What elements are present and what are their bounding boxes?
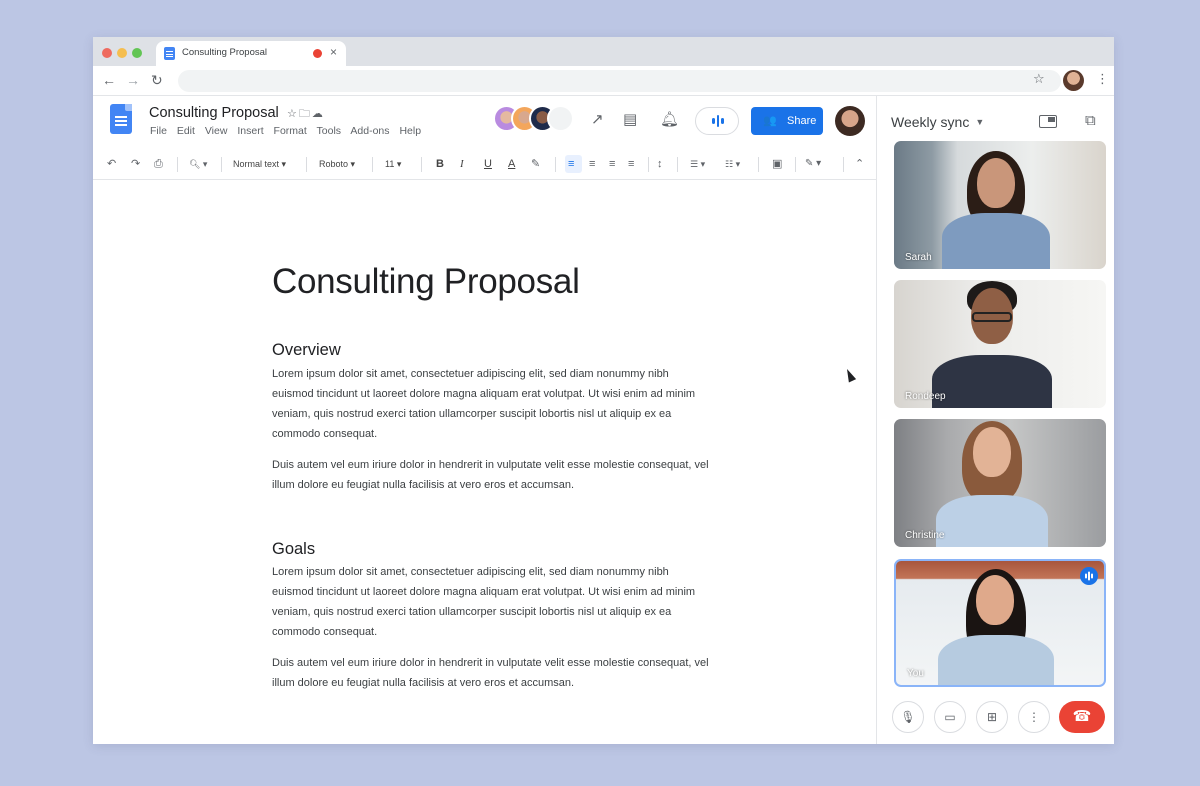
menu-bar: File Edit View Insert Format Tools Add-o…	[150, 125, 428, 137]
tab-title: Consulting Proposal	[182, 47, 268, 58]
reload-icon[interactable]: ↻	[151, 71, 163, 89]
present-screen-icon[interactable]: ⊞	[976, 701, 1008, 733]
menu-view[interactable]: View	[205, 125, 228, 137]
tab-close-icon[interactable]: ×	[330, 45, 337, 59]
camera-icon[interactable]: ▭	[934, 701, 966, 733]
document-title[interactable]: Consulting Proposal	[149, 105, 279, 121]
paragraph: Duis autem vel eum iriure dolor in hendr…	[272, 657, 709, 689]
picture-in-picture-icon[interactable]	[1039, 115, 1057, 128]
formatting-toolbar: ↶ ↷ ⎙ 🔍︎ ▾ Normal text ▾ Roboto ▾ 11 ▾ B…	[93, 149, 876, 180]
browser-tab[interactable]: Consulting Proposal ×	[156, 41, 346, 66]
self-view-tile[interactable]: You	[894, 559, 1106, 687]
microphone-icon[interactable]: 🎙︎	[892, 701, 924, 733]
people-icon: 👥	[763, 115, 777, 127]
browser-window: Consulting Proposal × ← → ↻ ☆ ⋮ Consulti…	[93, 37, 1114, 744]
paragraph: Duis autem vel eum iriure dolor in hendr…	[272, 459, 709, 491]
browser-menu-icon[interactable]: ⋮	[1096, 71, 1109, 87]
call-controls: 🎙︎ ▭ ⊞ ⋮ ☎	[877, 701, 1114, 735]
font-select[interactable]: Roboto ▾	[319, 157, 355, 171]
browser-profile-avatar[interactable]	[1063, 70, 1084, 91]
section-heading: Goals	[272, 540, 316, 558]
insert-image-icon[interactable]: ▣	[772, 157, 782, 171]
underline-button[interactable]: U	[484, 157, 492, 171]
undo-icon[interactable]: ↶	[107, 157, 116, 171]
tab-strip: Consulting Proposal ×	[93, 37, 1114, 66]
participant-tile[interactable]: Sarah	[894, 141, 1106, 269]
editing-mode-icon[interactable]: ✎ ▾	[805, 157, 821, 171]
docs-header: Consulting Proposal ☆🗀☁ File Edit View I…	[93, 96, 876, 146]
speaking-indicator-icon	[1080, 567, 1098, 585]
collapse-toolbar-icon[interactable]: ⌃	[855, 157, 864, 171]
close-window-button[interactable]	[102, 48, 112, 58]
forward-icon[interactable]: →	[126, 71, 140, 89]
activity-trend-icon[interactable]: ↗	[591, 112, 604, 128]
navigation-bar: ← → ↻ ☆ ⋮	[93, 66, 1114, 96]
paragraph: Lorem ipsum dolor sit amet, consectetuer…	[272, 368, 696, 440]
open-in-new-window-icon[interactable]: ⧉	[1085, 112, 1096, 129]
redo-icon[interactable]: ↷	[131, 157, 140, 171]
paragraph: Lorem ipsum dolor sit amet, consectetuer…	[272, 566, 696, 638]
align-center-icon[interactable]: ≡	[589, 157, 595, 171]
share-button[interactable]: 👥 Share	[751, 107, 823, 135]
maximize-window-button[interactable]	[132, 48, 142, 58]
mouse-pointer-icon	[843, 367, 857, 383]
zoom-select[interactable]: 🔍︎ ▾	[189, 157, 207, 171]
line-spacing-icon[interactable]: ↕	[657, 157, 663, 171]
menu-format[interactable]: Format	[274, 125, 307, 137]
menu-help[interactable]: Help	[399, 125, 421, 137]
minimize-window-button[interactable]	[117, 48, 127, 58]
document-canvas[interactable]: Consulting Proposal Overview Lorem ipsum…	[93, 181, 876, 744]
menu-add-ons[interactable]: Add-ons	[350, 125, 389, 137]
text-color-button[interactable]: A	[508, 157, 515, 171]
participant-tile[interactable]: Christine	[894, 419, 1106, 547]
notification-bell-icon[interactable]: 🔔︎	[660, 112, 679, 128]
meet-side-panel: Weekly sync ▼ ⧉ Sarah Rondeep Christine	[876, 96, 1114, 744]
document-heading: Consulting Proposal	[272, 262, 580, 301]
font-size-select[interactable]: 11 ▾	[385, 157, 401, 171]
align-left-icon[interactable]: ≡	[568, 157, 574, 171]
menu-tools[interactable]: Tools	[317, 125, 342, 137]
paragraph-style-select[interactable]: Normal text ▾	[233, 157, 286, 171]
bookmark-star-icon[interactable]: ☆	[1033, 71, 1045, 87]
participant-tile[interactable]: Rondeep	[894, 280, 1106, 408]
menu-insert[interactable]: Insert	[237, 125, 263, 137]
participant-name: Christine	[905, 530, 945, 541]
collaborator-avatars[interactable]	[493, 105, 583, 133]
meet-call-button[interactable]	[695, 107, 739, 135]
account-avatar[interactable]	[835, 106, 865, 136]
align-right-icon[interactable]: ≡	[609, 157, 615, 171]
recording-icon	[313, 49, 322, 58]
highlight-icon[interactable]: ✎	[531, 157, 540, 171]
share-label: Share	[787, 115, 817, 127]
bulleted-list-icon[interactable]: ☰ ▾	[690, 157, 705, 171]
docs-logo-icon[interactable]	[110, 104, 132, 134]
participant-name: Sarah	[905, 252, 932, 263]
meeting-title-text: Weekly sync	[891, 114, 970, 130]
bold-button[interactable]: B	[436, 157, 444, 171]
address-bar[interactable]	[178, 70, 1061, 92]
meeting-title[interactable]: Weekly sync ▼	[891, 114, 984, 130]
back-icon[interactable]: ←	[102, 71, 116, 89]
menu-edit[interactable]: Edit	[177, 125, 195, 137]
more-collaborators-icon	[547, 105, 574, 132]
chevron-down-icon: ▼	[975, 117, 985, 127]
star-move-cloud-icons[interactable]: ☆🗀☁	[287, 105, 325, 124]
participant-name: Rondeep	[905, 391, 946, 402]
comment-history-icon[interactable]: ▤	[623, 112, 637, 128]
menu-file[interactable]: File	[150, 125, 167, 137]
section-heading: Overview	[272, 341, 341, 359]
italic-button[interactable]: I	[460, 157, 464, 171]
participant-name: You	[907, 668, 924, 679]
end-call-button[interactable]: ☎	[1059, 701, 1105, 733]
more-options-icon[interactable]: ⋮	[1018, 701, 1050, 733]
justify-icon[interactable]: ≡	[628, 157, 634, 171]
docs-favicon-icon	[164, 47, 175, 60]
print-icon[interactable]: ⎙	[154, 157, 163, 171]
numbered-list-icon[interactable]: ☷ ▾	[725, 157, 740, 171]
